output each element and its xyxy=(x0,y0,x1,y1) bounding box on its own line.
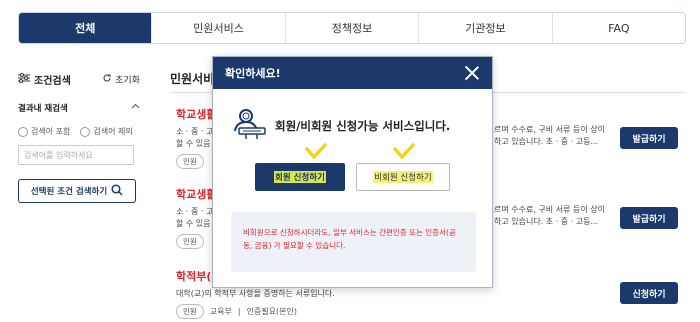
keyword-input[interactable]: 검색어를 입력하세요 xyxy=(18,145,134,165)
refine-header[interactable]: 결과내 재검색 xyxy=(18,102,140,114)
item-desc-right: 르며 수수료, 구비 서류 등이 상이 하고 있습니다. 초 · 중 · 고등.… xyxy=(494,124,608,148)
modal-title: 확인하세요! xyxy=(225,67,281,80)
tab-policy-info[interactable]: 정책정보 xyxy=(284,13,418,43)
item-desc-right: 르며 수수료, 구비 서류 등이 상이 하고 있습니다. 초 · 중 · 고등.… xyxy=(494,204,608,228)
filter-title-label: 조건검색 xyxy=(34,75,71,87)
refresh-icon xyxy=(102,73,112,86)
tag-separator: | xyxy=(237,307,241,316)
search-icon xyxy=(111,183,123,199)
modal-header: 확인하세요! xyxy=(213,57,492,89)
radio-include-label: 검색어 포함 xyxy=(31,127,71,136)
filter-sliders-icon xyxy=(18,72,30,86)
reset-button[interactable]: 초기화 xyxy=(102,73,140,86)
condition-search-label: 선택된 조건 검색하기 xyxy=(30,187,108,197)
tab-faq[interactable]: FAQ xyxy=(551,13,685,43)
tab-all[interactable]: 전체 xyxy=(19,13,152,43)
member-apply-button[interactable]: 회원 신청하기 xyxy=(255,163,345,191)
filter-title: 조건검색 xyxy=(18,72,71,87)
item-tag: 민원 xyxy=(176,154,204,169)
refine-options: 검색어 포함 검색어 제외 xyxy=(18,126,140,137)
radio-exclude-label: 검색어 제외 xyxy=(93,127,133,136)
notice-box: 비회원으로 신청하시더라도, 일부 서비스는 간편인증 또는 인증서(공동, 금… xyxy=(231,212,476,272)
nonmember-apply-label: 비회원 신청하기 xyxy=(373,171,433,183)
check-mark-icon xyxy=(393,143,415,159)
modal-message-text: 회원/비회원 신청가능 서비스입니다. xyxy=(275,118,451,133)
member-apply-label: 회원 신청하기 xyxy=(274,171,326,183)
item-desc: 대학(교)의 학적부 사항을 증명하는 서류입니다. xyxy=(176,289,335,298)
nonmember-apply-button[interactable]: 비회원 신청하기 xyxy=(356,163,450,191)
item-desc-right-line1: 르며 수수료, 구비 서류 등이 상이 xyxy=(494,125,605,134)
item-tag: 민원 xyxy=(176,234,204,249)
check-mark-icon xyxy=(305,143,327,159)
issue-button[interactable]: 발급하기 xyxy=(620,127,678,149)
item-tag: 민원 xyxy=(176,304,204,319)
radio-exclude[interactable]: 검색어 제외 xyxy=(80,126,133,137)
apply-button[interactable]: 신청하기 xyxy=(620,282,678,304)
tab-civil-service[interactable]: 민원서비스 xyxy=(151,13,284,43)
condition-search-button[interactable]: 선택된 조건 검색하기 xyxy=(18,179,136,203)
refine-title: 결과내 재검색 xyxy=(18,104,68,114)
item-agency: 교육부 xyxy=(209,307,232,316)
item-desc-right-line2: 하고 있습니다. 초 · 중 · 고등... xyxy=(494,217,599,226)
tab-agency-info[interactable]: 기관정보 xyxy=(418,13,551,43)
user-service-icon xyxy=(233,107,267,144)
issue-button[interactable]: 발급하기 xyxy=(620,207,678,229)
item-auth: 인증필요(본인) xyxy=(246,307,298,316)
reset-label: 초기화 xyxy=(115,75,140,86)
filter-sidebar: 조건검색 초기화 결과내 재검색 검색어 포함 검색어 제외 검색어를 입력하세… xyxy=(18,70,140,203)
radio-include[interactable]: 검색어 포함 xyxy=(18,126,70,137)
filter-header: 조건검색 초기화 xyxy=(18,70,140,88)
item-tags: 민원 교육부 | 인증필요(본인) xyxy=(176,304,686,319)
item-desc-right-line2: 하고 있습니다. 초 · 중 · 고등... xyxy=(494,137,599,146)
confirm-modal: 확인하세요! 회원/비회원 신청가능 서비스입니다. 회원 신청하기 비회원 신… xyxy=(212,56,493,288)
chevron-up-icon xyxy=(131,102,140,114)
close-icon[interactable] xyxy=(464,65,480,81)
modal-message: 회원/비회원 신청가능 서비스입니다. xyxy=(233,107,450,144)
category-tabs: 전체 민원서비스 정책정보 기관정보 FAQ xyxy=(18,12,686,44)
item-desc-right-line1: 르며 수수료, 구비 서류 등이 상이 xyxy=(494,205,605,214)
